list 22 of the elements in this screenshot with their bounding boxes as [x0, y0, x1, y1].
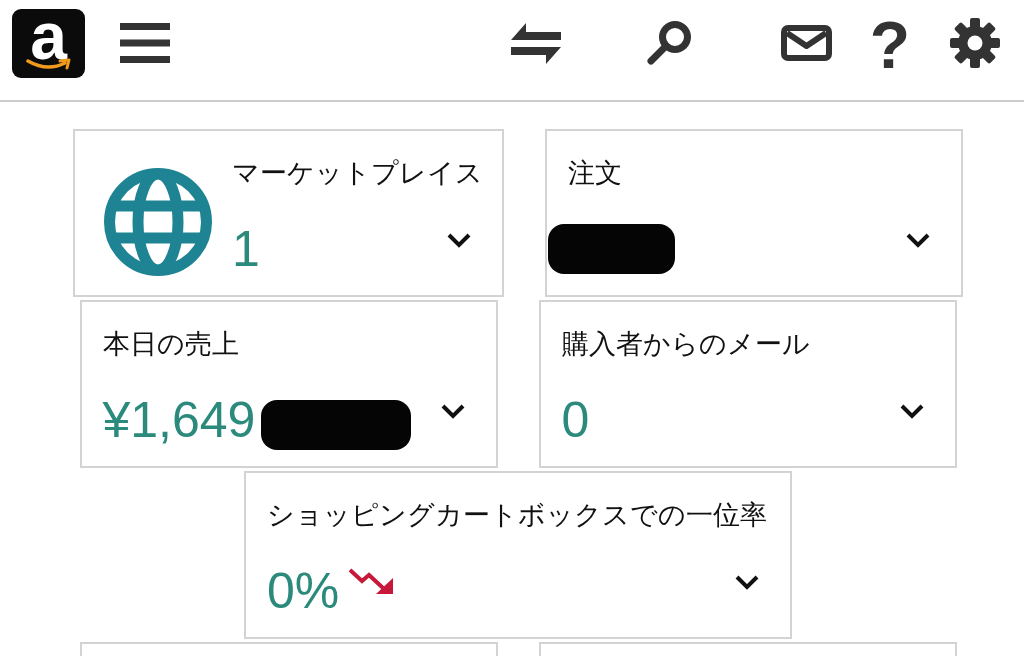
card-value: 0	[561, 392, 590, 448]
card-title: 本日の売上	[102, 328, 239, 361]
card-title: マーケットプレイス	[232, 157, 483, 190]
card-title: 注文	[568, 157, 622, 190]
mail-icon[interactable]	[780, 25, 832, 61]
card-title: 購入者からのメール	[561, 328, 810, 361]
chevron-down-icon[interactable]	[898, 403, 925, 419]
chevron-down-icon[interactable]	[439, 403, 466, 419]
globe-icon	[104, 168, 212, 276]
search-icon[interactable]	[645, 20, 692, 66]
chevron-down-icon[interactable]	[905, 232, 931, 248]
card-title: ショッピングカートボックスでの一位率	[267, 499, 767, 532]
chevron-down-icon[interactable]	[734, 574, 760, 590]
settings-icon[interactable]	[950, 18, 1000, 68]
card-value: ¥1,649	[102, 392, 256, 448]
swap-arrows-icon[interactable]	[510, 22, 561, 64]
help-button[interactable]: ?	[869, 15, 910, 75]
card-value: 0%	[267, 563, 340, 619]
card-value: 1	[232, 221, 260, 277]
logo: a	[12, 8, 85, 78]
menu-icon[interactable]	[120, 23, 170, 63]
chevron-down-icon[interactable]	[446, 232, 472, 248]
